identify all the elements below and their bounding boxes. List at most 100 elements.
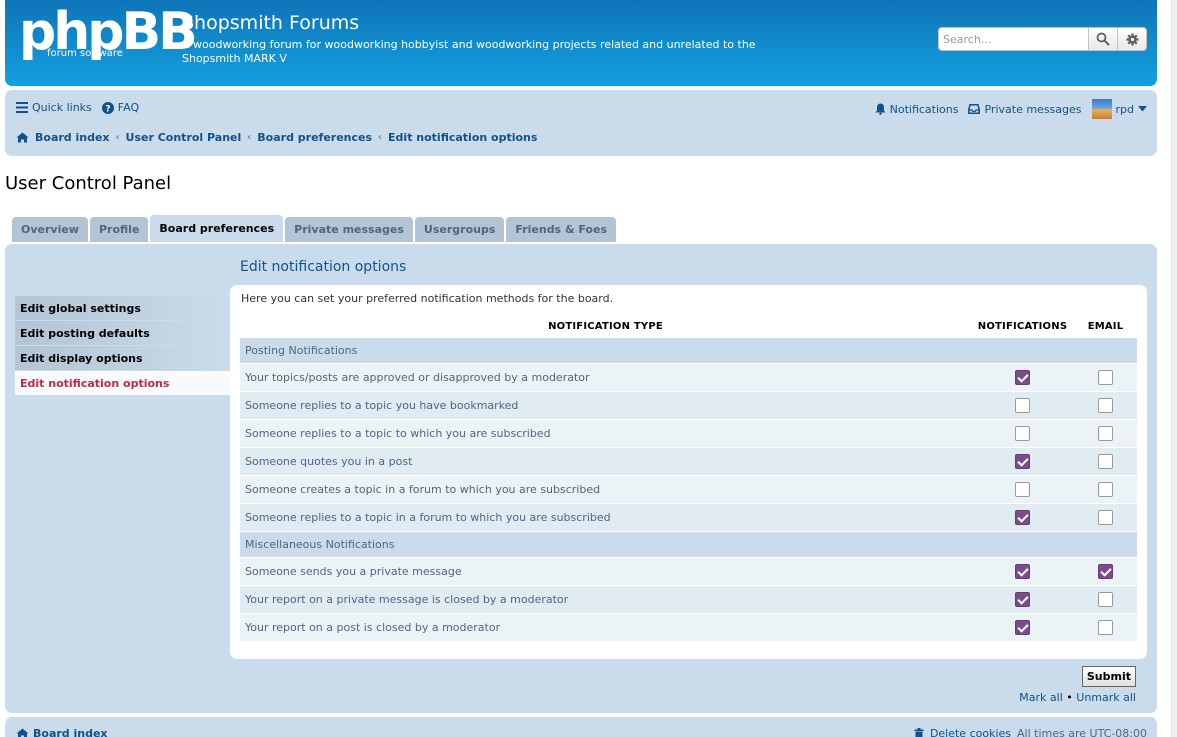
- breadcrumb-board-preferences[interactable]: Board preferences: [257, 131, 372, 144]
- sidebar-item-posting-defaults[interactable]: Edit posting defaults: [15, 321, 230, 346]
- tab-board-preferences[interactable]: Board preferences: [150, 215, 284, 242]
- notifications-link[interactable]: Notifications: [875, 102, 959, 116]
- table-row: Someone replies to a topic you have book…: [240, 390, 1137, 419]
- unmark-all-link[interactable]: Unmark all: [1076, 691, 1136, 704]
- notifications-cell: [971, 584, 1074, 613]
- quick-links-menu[interactable]: Quick links: [16, 101, 92, 114]
- email-checkbox[interactable]: [1098, 563, 1113, 579]
- table-row: Someone quotes you in a post: [240, 446, 1137, 475]
- breadcrumb-board-index[interactable]: Board index: [35, 131, 110, 144]
- email-checkbox[interactable]: [1098, 369, 1113, 385]
- notification-checkbox[interactable]: [1015, 509, 1030, 525]
- sidebar-item-global-settings[interactable]: Edit global settings: [15, 296, 230, 321]
- email-cell: [1074, 584, 1137, 613]
- header-notification-type: Notification type: [548, 321, 663, 333]
- breadcrumb-user-control-panel[interactable]: User Control Panel: [126, 131, 242, 144]
- email-checkbox[interactable]: [1098, 509, 1113, 525]
- group-title: Posting Notifications: [240, 336, 1137, 363]
- navbar: Quick links ? FAQ Notifications Private …: [5, 90, 1157, 156]
- notification-label: Someone replies to a topic you have book…: [240, 390, 971, 419]
- notifications-cell: [971, 474, 1074, 503]
- notification-checkbox[interactable]: [1015, 591, 1030, 607]
- bell-icon: [875, 103, 886, 115]
- trash-icon: [914, 728, 924, 737]
- menu-icon: [16, 102, 28, 113]
- table-row: Your topics/posts are approved or disapp…: [240, 362, 1137, 391]
- email-cell: [1074, 446, 1137, 475]
- email-cell: [1074, 502, 1137, 531]
- site-header: phpBB forum software Shopsmith Forums A …: [5, 0, 1157, 86]
- email-checkbox[interactable]: [1098, 397, 1113, 413]
- email-cell: [1074, 362, 1137, 391]
- notification-checkbox[interactable]: [1015, 481, 1030, 497]
- submit-button[interactable]: Submit: [1081, 666, 1136, 687]
- notifications-cell: [971, 502, 1074, 531]
- table-row: Someone replies to a topic in a forum to…: [240, 502, 1137, 531]
- tab-profile[interactable]: Profile: [89, 217, 149, 242]
- email-checkbox[interactable]: [1098, 619, 1113, 635]
- notification-checkbox[interactable]: [1015, 397, 1030, 413]
- bullet-separator: •: [1066, 691, 1073, 704]
- intro-text: Here you can set your preferred notifica…: [241, 292, 614, 305]
- notification-table: Notification type Notifications Email Po…: [240, 317, 1137, 641]
- tab-overview[interactable]: Overview: [12, 217, 88, 242]
- email-checkbox[interactable]: [1098, 591, 1113, 607]
- notification-label: Your report on a post is closed by a mod…: [240, 612, 971, 641]
- email-checkbox[interactable]: [1098, 425, 1113, 441]
- email-checkbox[interactable]: [1098, 481, 1113, 497]
- email-checkbox[interactable]: [1098, 453, 1113, 469]
- notification-checkbox[interactable]: [1015, 619, 1030, 635]
- sidebar-item-notification-options[interactable]: Edit notification options: [15, 371, 230, 396]
- notification-label: Someone sends you a private message: [240, 556, 971, 585]
- notification-options-content: Here you can set your preferred notifica…: [230, 285, 1147, 659]
- site-title[interactable]: Shopsmith Forums: [182, 12, 359, 34]
- private-messages-label: Private messages: [984, 102, 1082, 116]
- table-row: Someone creates a topic in a forum to wh…: [240, 474, 1137, 503]
- sidebar-item-display-options[interactable]: Edit display options: [15, 346, 230, 371]
- notification-label: Your report on a private message is clos…: [240, 584, 971, 613]
- email-cell: [1074, 474, 1137, 503]
- phpbb-logo[interactable]: phpBB forum software: [19, 6, 198, 62]
- logo-subtext: forum software: [47, 48, 123, 59]
- notification-label: Someone creates a topic in a forum to wh…: [240, 474, 971, 503]
- question-circle-icon: ?: [101, 101, 114, 114]
- breadcrumb-edit-notification-options[interactable]: Edit notification options: [388, 131, 537, 144]
- footer-board-index-label: Board index: [33, 727, 108, 737]
- user-menu[interactable]: rpd: [1091, 99, 1147, 119]
- timezone-text: All times are UTC-08:00: [1017, 727, 1147, 737]
- advanced-search-button[interactable]: [1118, 27, 1147, 51]
- email-cell: [1074, 418, 1137, 447]
- footer-navbar: Board index Delete cookies All times are…: [5, 717, 1157, 737]
- svg-text:?: ?: [105, 104, 110, 114]
- email-cell: [1074, 612, 1137, 641]
- notification-label: Someone replies to a topic to which you …: [240, 418, 971, 447]
- page-scrollbar[interactable]: [1171, 0, 1177, 737]
- inbox-icon: [968, 104, 981, 114]
- table-row: Your report on a post is closed by a mod…: [240, 612, 1137, 641]
- tab-friends-foes[interactable]: Friends & Foes: [506, 217, 616, 242]
- tab-private-messages[interactable]: Private messages: [285, 217, 413, 242]
- mark-all-link[interactable]: Mark all: [1019, 691, 1062, 704]
- group-title: Miscellaneous Notifications: [240, 530, 1137, 557]
- search-button[interactable]: [1089, 27, 1118, 51]
- tab-usergroups[interactable]: Usergroups: [414, 217, 505, 242]
- table-row: Someone sends you a private message: [240, 556, 1137, 585]
- avatar: [1091, 99, 1112, 119]
- notification-checkbox[interactable]: [1015, 425, 1030, 441]
- table-row: Someone replies to a topic to which you …: [240, 418, 1137, 447]
- notification-checkbox[interactable]: [1015, 563, 1030, 579]
- delete-cookies-link[interactable]: Delete cookies: [930, 727, 1011, 737]
- private-messages-link[interactable]: Private messages: [968, 102, 1082, 116]
- footer-board-index-link[interactable]: Board index: [16, 727, 108, 737]
- footer-right: Delete cookies All times are UTC-08:00: [914, 727, 1147, 737]
- faq-label: FAQ: [117, 101, 140, 114]
- notifications-label: Notifications: [889, 102, 959, 116]
- search-input[interactable]: [938, 27, 1089, 51]
- group-row: Posting Notifications: [240, 336, 1137, 363]
- notification-checkbox[interactable]: [1015, 369, 1030, 385]
- notifications-cell: [971, 418, 1074, 447]
- ucp-tabs: Overview Profile Board preferences Priva…: [12, 215, 616, 242]
- ucp-sidebar: Edit global settings Edit posting defaul…: [15, 296, 230, 396]
- notification-checkbox[interactable]: [1015, 453, 1030, 469]
- faq-link[interactable]: ? FAQ: [101, 101, 140, 114]
